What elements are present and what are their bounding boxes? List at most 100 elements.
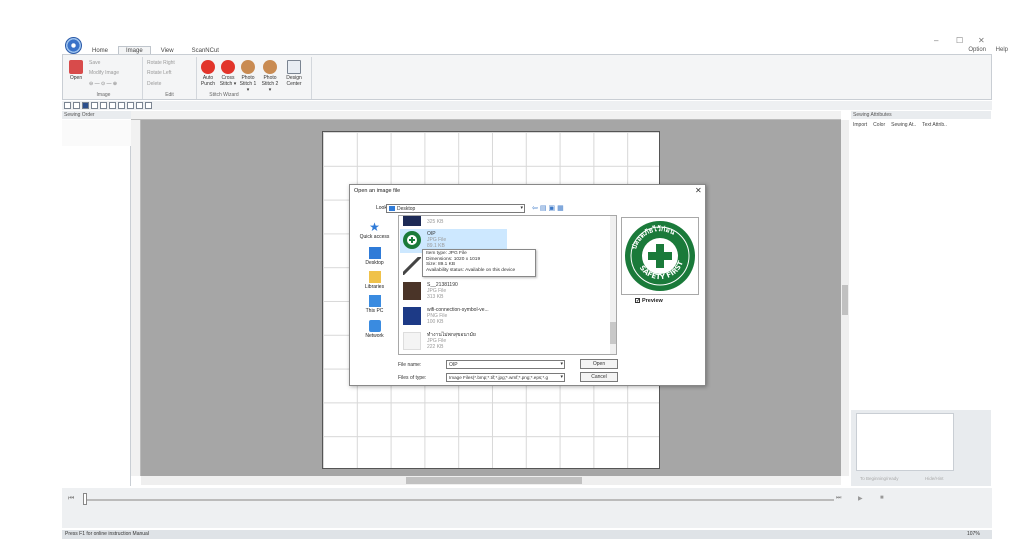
view-icon[interactable] xyxy=(118,102,125,109)
slider-thumb[interactable] xyxy=(83,493,87,505)
horizontal-ruler xyxy=(131,111,841,120)
option-menu[interactable]: Option xyxy=(968,47,986,53)
list-item[interactable]: S__21381190 JPG File 313 KB xyxy=(400,280,515,304)
file-thumbnail xyxy=(403,257,421,275)
desktop-icon xyxy=(368,247,381,259)
design-center-button[interactable]: Design Center xyxy=(285,60,303,87)
stop-icon[interactable]: ■ xyxy=(880,495,884,501)
close-icon[interactable]: ✕ xyxy=(978,36,985,45)
rotate-left-button[interactable]: Rotate Left xyxy=(147,70,171,76)
save-button[interactable]: Save xyxy=(89,60,100,66)
file-name-input[interactable]: OIP ▾ xyxy=(446,360,565,369)
list-item[interactable]: ทำงานไม่พกสุขอนามัย JPG File 222 KB xyxy=(400,330,515,354)
save-icon[interactable] xyxy=(82,102,89,109)
vertical-scroll-thumb[interactable] xyxy=(842,285,848,315)
sewing-order-header: Sewing Order xyxy=(62,111,131,119)
star-icon: ★ xyxy=(369,220,380,234)
image-group-label: Image xyxy=(96,92,111,98)
cancel-button[interactable]: Cancel xyxy=(580,372,618,382)
photo-stitch-1-button[interactable]: Photo Stitch 1 ▾ xyxy=(239,60,257,93)
dog-icon xyxy=(241,60,255,74)
play-icon[interactable]: ▶ xyxy=(858,495,863,502)
dialog-close-icon[interactable]: ✕ xyxy=(695,186,702,195)
new-folder-icon[interactable]: ▣ xyxy=(549,205,558,212)
place-network[interactable]: Network xyxy=(352,320,397,339)
file-info-tooltip: Item type: JPG File Dimensions: 1020 x 1… xyxy=(422,249,536,277)
edit-group: Rotate Right Rotate Left Delete Edit xyxy=(143,57,197,99)
sewing-order-tools xyxy=(62,120,131,146)
grid-icon[interactable] xyxy=(127,102,134,109)
cross-stitch-button[interactable]: Cross Stitch ▾ xyxy=(219,60,237,87)
go-end-icon[interactable]: ⏭ xyxy=(836,495,841,502)
file-name-label: File name: xyxy=(398,362,422,368)
place-desktop[interactable]: Desktop xyxy=(352,247,397,266)
vertical-ruler xyxy=(131,120,141,476)
open-dialog-button[interactable]: Open xyxy=(580,359,618,369)
dog-icon xyxy=(263,60,277,74)
file-thumbnail xyxy=(403,231,421,249)
stitch-wizard-label: Stitch Wizard xyxy=(209,92,239,98)
computer-icon xyxy=(368,295,381,307)
chevron-down-icon: ▾ xyxy=(520,205,523,211)
chevron-down-icon[interactable]: ▾ xyxy=(560,374,563,380)
up-folder-icon[interactable]: ▤ xyxy=(540,205,549,212)
list-item[interactable]: wifi-connection-symbol-ve... PNG File 10… xyxy=(400,305,515,329)
file-list-scroll-thumb[interactable] xyxy=(610,322,616,344)
file-thumbnail xyxy=(403,216,421,226)
stitch-wizard-group: Auto Punch Cross Stitch ▾ Photo Stitch 1… xyxy=(197,57,312,99)
modify-image-button[interactable]: Modify Image xyxy=(89,70,119,76)
app-logo-icon[interactable] xyxy=(65,37,82,54)
file-thumbnail xyxy=(403,332,421,350)
tomato-icon xyxy=(201,60,215,74)
undo-icon[interactable] xyxy=(100,102,107,109)
tab-import[interactable]: Import xyxy=(853,122,867,131)
hide-hint-button[interactable]: Hide/Hint xyxy=(925,476,944,481)
network-icon xyxy=(368,320,381,332)
delete-button[interactable]: Delete xyxy=(147,81,161,87)
sewing-order-panel xyxy=(62,146,131,486)
image-group: Open Save Modify Image ⊖ — ⊙ — ⊕ Image xyxy=(65,57,143,99)
minimize-icon[interactable]: – xyxy=(934,36,938,45)
go-start-icon[interactable]: ⏮ xyxy=(68,495,74,503)
redo-icon[interactable] xyxy=(109,102,116,109)
place-libraries[interactable]: Libraries xyxy=(352,271,397,290)
horizontal-scroll-thumb[interactable] xyxy=(406,477,582,484)
sewing-progress-slider[interactable] xyxy=(84,499,834,501)
print-icon[interactable] xyxy=(91,102,98,109)
attributes-tabs: Import Color Sewing At.. Text Attrib.. xyxy=(851,122,991,131)
open-icon xyxy=(69,60,83,74)
safety-first-logo: ปลอดภัยไว้ก่อน SAFETY FIRST xyxy=(625,221,695,291)
maximize-icon[interactable]: ☐ xyxy=(956,36,963,45)
help-menu[interactable]: Help xyxy=(996,47,1008,53)
auto-punch-button[interactable]: Auto Punch xyxy=(199,60,217,87)
back-icon[interactable]: ⇦ xyxy=(532,205,540,212)
tab-color[interactable]: Color xyxy=(873,122,885,131)
zoom-slider[interactable]: ⊖ — ⊙ — ⊕ xyxy=(89,81,117,87)
attributes-panel xyxy=(851,132,991,410)
chevron-down-icon[interactable]: ▾ xyxy=(560,361,563,367)
help-icon[interactable] xyxy=(145,102,152,109)
place-quick-access[interactable]: ★ Quick access xyxy=(352,221,397,240)
zoom-level: 107% xyxy=(967,531,980,537)
image-preview: ปลอดภัยไว้ก่อน SAFETY FIRST xyxy=(621,217,699,295)
open-button[interactable]: Open xyxy=(67,60,85,81)
view-menu-icon[interactable]: ▦ xyxy=(557,205,566,212)
look-in-select[interactable]: Desktop ▾ xyxy=(386,204,525,213)
settings-icon[interactable] xyxy=(136,102,143,109)
new-icon[interactable] xyxy=(64,102,71,109)
sewing-attributes-header: Sewing Attributes xyxy=(851,111,991,119)
stitch-tools-bar xyxy=(62,516,992,528)
tab-sewing-attributes[interactable]: Sewing At.. xyxy=(891,122,916,131)
list-item[interactable]: 325 KB xyxy=(400,214,515,228)
ribbon: Open Save Modify Image ⊖ — ⊙ — ⊕ Image R… xyxy=(62,54,992,100)
playback-bar xyxy=(62,488,992,516)
rotate-right-button[interactable]: Rotate Right xyxy=(147,60,175,66)
open-file-icon[interactable] xyxy=(73,102,80,109)
to-beginning-button[interactable]: To Beginning/ready xyxy=(860,476,899,481)
preview-checkbox[interactable]: ✓ Preview xyxy=(635,298,663,304)
photo-stitch-2-button[interactable]: Photo Stitch 2 ▾ xyxy=(261,60,279,93)
file-type-select[interactable]: Image Files(*.bmp;*.tif;*.jpg;*.wmf;*.pn… xyxy=(446,373,565,382)
place-this-pc[interactable]: This PC xyxy=(352,295,397,314)
tab-text-attributes[interactable]: Text Attrib.. xyxy=(922,122,947,131)
folder-icon xyxy=(389,206,395,212)
